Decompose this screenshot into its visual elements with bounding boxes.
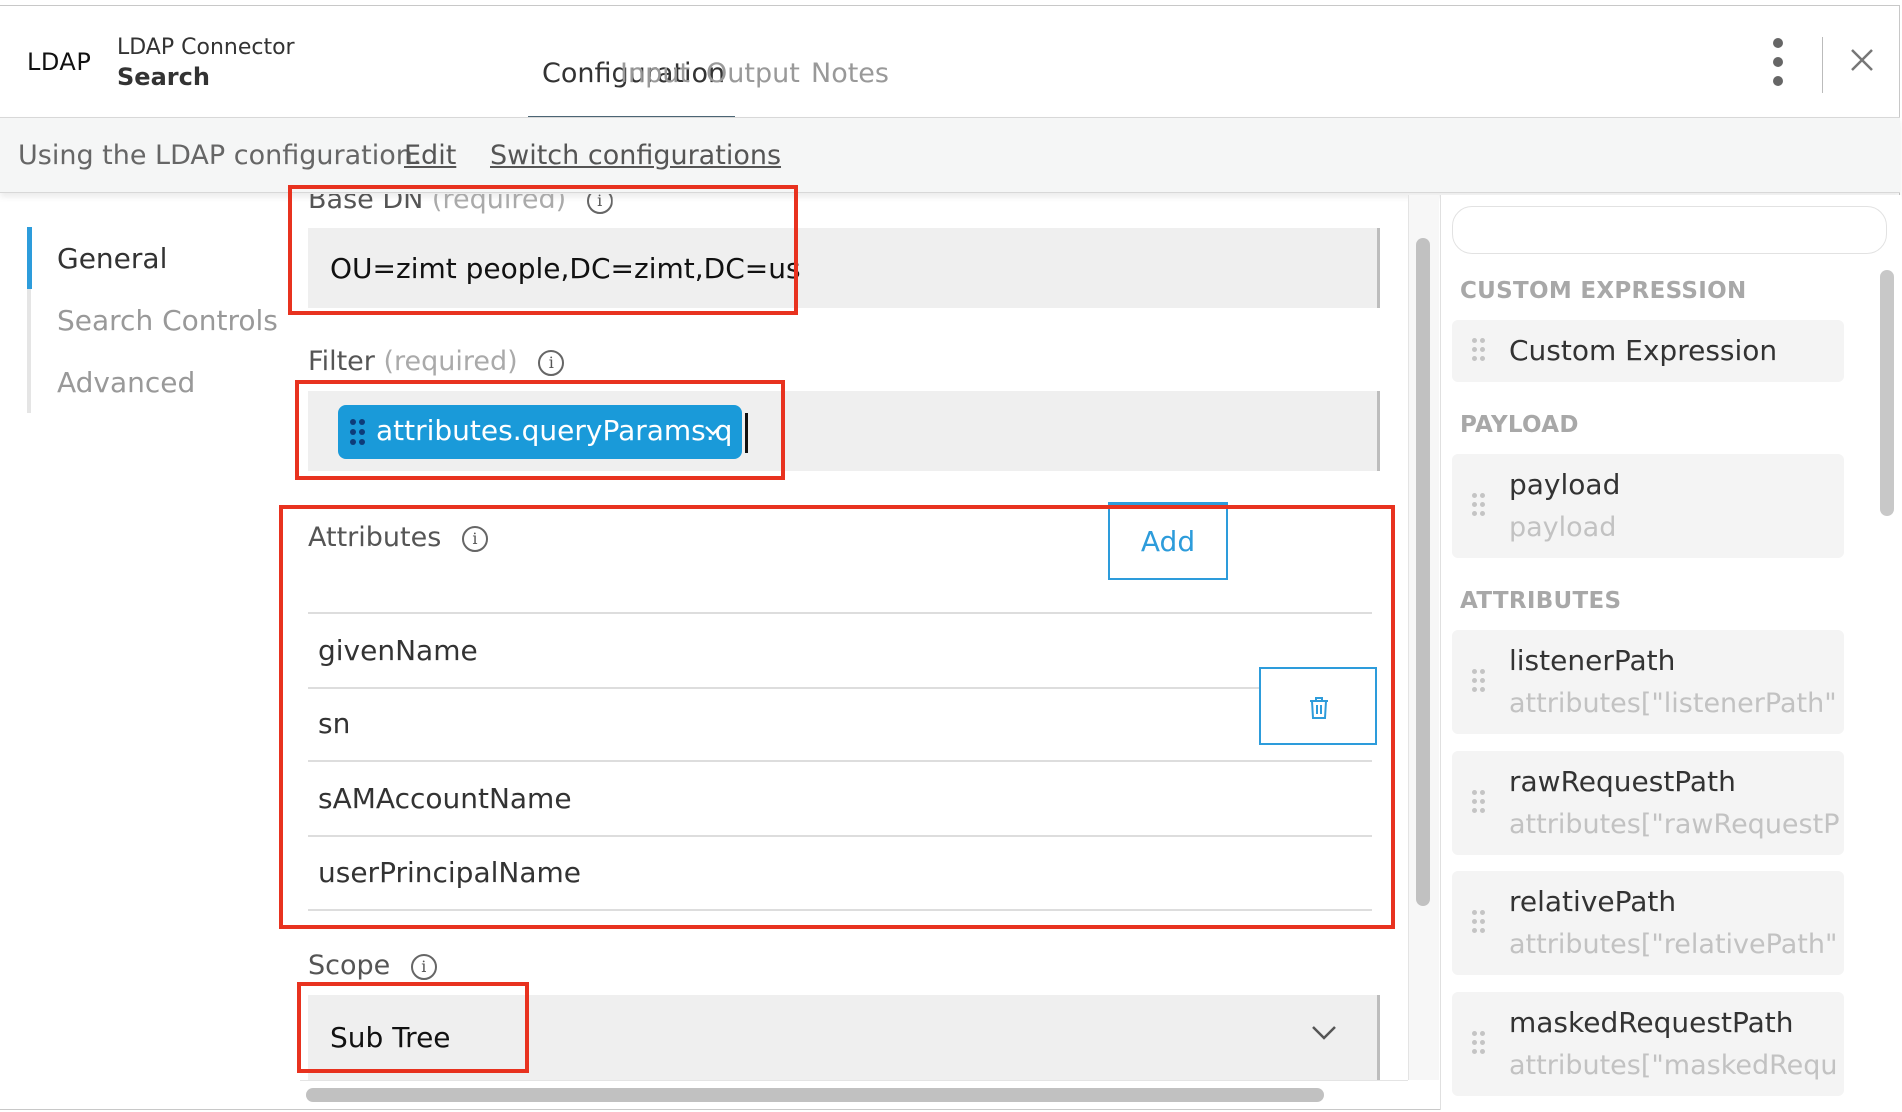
- card-payload[interactable]: payload payload: [1452, 454, 1844, 558]
- section-attributes: ATTRIBUTES: [1460, 588, 1622, 614]
- scope-label: Scope i: [308, 950, 437, 981]
- drag-handle-icon[interactable]: [1472, 669, 1486, 695]
- card-subtitle: payload: [1509, 512, 1617, 543]
- drag-handle-icon[interactable]: [1472, 1031, 1486, 1057]
- drag-handle-icon[interactable]: [1472, 910, 1486, 936]
- drag-handle-icon[interactable]: [350, 419, 366, 445]
- content-bottom-divider: [300, 1080, 1408, 1081]
- filter-field[interactable]: attributes.queryParams.q: [308, 391, 1380, 471]
- configuration-text: Using the LDAP configuration.: [18, 140, 422, 171]
- panel-scrollbar[interactable]: [1880, 270, 1894, 516]
- close-icon[interactable]: [1848, 46, 1876, 74]
- card-title: payload: [1509, 468, 1621, 501]
- switch-configurations-link[interactable]: Switch configurations: [490, 140, 781, 171]
- filter-required: (required): [383, 346, 518, 377]
- filter-label: Filter (required) i: [308, 346, 565, 377]
- nav-item-advanced[interactable]: Advanced: [57, 366, 195, 399]
- attribute-row[interactable]: sn: [308, 687, 1372, 762]
- panel-search-input[interactable]: [1452, 206, 1887, 254]
- connector-name: LDAP Connector: [117, 35, 295, 60]
- drag-handle-icon[interactable]: [1472, 338, 1486, 364]
- nav-item-search-controls[interactable]: Search Controls: [57, 304, 278, 337]
- expression-pill[interactable]: attributes.queryParams.q: [338, 405, 742, 459]
- nav-active-indicator: [27, 227, 32, 289]
- tab-notes[interactable]: Notes: [811, 58, 889, 89]
- drag-handle-icon[interactable]: [1472, 493, 1486, 519]
- section-payload: PAYLOAD: [1460, 412, 1579, 438]
- ldap-logo: LDAP: [27, 48, 92, 76]
- base-dn-field[interactable]: OU=zimt people,DC=zimt,DC=us: [308, 228, 1380, 308]
- attribute-name: sAMAccountName: [318, 782, 572, 815]
- tab-input[interactable]: Input: [620, 58, 690, 89]
- card-raw-request-path[interactable]: rawRequestPath attributes["rawRequestPa…: [1452, 751, 1844, 855]
- trash-icon: [1310, 697, 1328, 719]
- delete-attribute-button[interactable]: [1259, 667, 1377, 745]
- configuration-bar: Using the LDAP configuration. Edit Switc…: [0, 117, 1900, 193]
- card-title: listenerPath: [1509, 644, 1676, 677]
- card-custom-expression[interactable]: Custom Expression: [1452, 320, 1844, 382]
- operation-name: Search: [117, 63, 210, 91]
- text-cursor: [745, 413, 748, 453]
- card-listener-path[interactable]: listenerPath attributes["listenerPath"]: [1452, 630, 1844, 734]
- attributes-label-text: Attributes: [308, 522, 442, 553]
- info-icon[interactable]: i: [461, 526, 488, 552]
- card-subtitle: attributes["rawRequestPa…: [1509, 809, 1839, 840]
- add-attribute-button[interactable]: Add: [1108, 502, 1228, 580]
- info-icon[interactable]: i: [538, 350, 565, 376]
- attribute-name: givenName: [318, 634, 478, 667]
- chevron-down-icon[interactable]: [704, 425, 722, 437]
- card-subtitle: attributes["listenerPath"]: [1509, 688, 1839, 719]
- card-subtitle: attributes["relativePath"]: [1509, 929, 1839, 960]
- info-icon[interactable]: i: [410, 954, 437, 980]
- attribute-row[interactable]: sAMAccountName: [308, 762, 1372, 837]
- attributes-label: Attributes i: [308, 522, 488, 553]
- header-divider: [1822, 37, 1823, 93]
- card-title: relativePath: [1509, 885, 1677, 918]
- chevron-down-icon[interactable]: [1311, 1025, 1337, 1041]
- tab-bar: Configuration Input Output Notes: [528, 50, 1076, 120]
- scope-label-text: Scope: [308, 950, 391, 981]
- card-masked-request-path[interactable]: maskedRequestPath attributes["maskedRequ…: [1452, 992, 1844, 1096]
- edit-link[interactable]: Edit: [404, 140, 456, 171]
- attribute-row[interactable]: givenName: [308, 612, 1372, 689]
- attribute-name: userPrincipalName: [318, 856, 581, 889]
- section-custom-expression: CUSTOM EXPRESSION: [1460, 278, 1747, 304]
- base-dn-value: OU=zimt people,DC=zimt,DC=us: [330, 252, 801, 285]
- card-relative-path[interactable]: relativePath attributes["relativePath"]: [1452, 871, 1844, 975]
- drag-handle-icon[interactable]: [1472, 790, 1486, 816]
- horizontal-scrollbar[interactable]: [306, 1088, 1324, 1102]
- card-title: Custom Expression: [1509, 334, 1778, 367]
- expression-pill-text: attributes.queryParams.q: [376, 414, 733, 447]
- attribute-name: sn: [318, 707, 351, 740]
- card-title: rawRequestPath: [1509, 765, 1736, 798]
- card-subtitle: attributes["maskedReque…: [1509, 1050, 1839, 1081]
- tab-output[interactable]: Output: [706, 58, 800, 89]
- more-options-icon[interactable]: [1770, 38, 1786, 88]
- scope-select[interactable]: Sub Tree: [308, 995, 1380, 1080]
- nav-item-general[interactable]: General: [57, 242, 167, 275]
- card-title: maskedRequestPath: [1509, 1006, 1794, 1039]
- scope-value: Sub Tree: [330, 1021, 451, 1054]
- attribute-row[interactable]: userPrincipalName: [308, 836, 1372, 911]
- vertical-scrollbar[interactable]: [1416, 238, 1430, 906]
- filter-label-text: Filter: [308, 346, 375, 377]
